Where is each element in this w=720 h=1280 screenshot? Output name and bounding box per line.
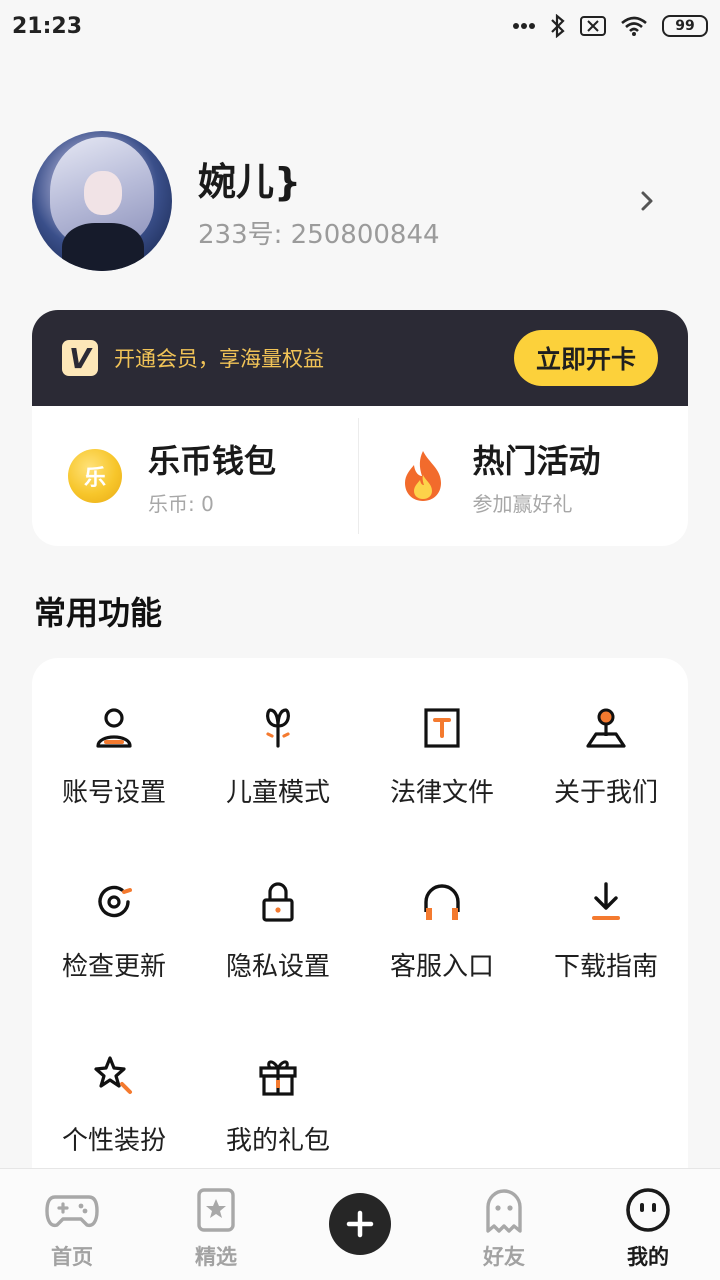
gamepad-icon <box>45 1195 99 1228</box>
wifi-icon <box>621 16 647 36</box>
nav-label: 好友 <box>483 1245 525 1269</box>
function-label: 关于我们 <box>553 778 658 808</box>
open-membership-button[interactable]: 立即开卡 <box>513 330 658 386</box>
privacy-settings-item[interactable]: 隐私设置 <box>196 832 360 1006</box>
lock-icon <box>262 882 294 922</box>
nav-featured[interactable]: 精选 <box>144 1169 288 1271</box>
vip-text: 开通会员，享海量权益 <box>114 347 324 371</box>
account-settings-item[interactable]: 账号设置 <box>32 658 196 832</box>
status-icons: 99 <box>512 14 708 38</box>
nav-add[interactable] <box>288 1169 432 1255</box>
wallet-entry[interactable]: 乐 乐币钱包 乐币: 0 <box>32 406 358 546</box>
function-label: 隐私设置 <box>225 952 330 982</box>
function-label: 法律文件 <box>389 778 494 808</box>
coin-icon: 乐 <box>68 449 122 503</box>
my-gifts-item[interactable]: 我的礼包 <box>196 1006 360 1180</box>
vip-banner[interactable]: V 开通会员，享海量权益 立即开卡 <box>32 310 688 406</box>
nav-mine[interactable]: 我的 <box>576 1169 720 1275</box>
account-card: V 开通会员，享海量权益 立即开卡 乐 乐币钱包 乐币: 0 热门活动 参加赢好… <box>32 310 688 546</box>
wallet-balance: 乐币: 0 <box>148 491 214 516</box>
check-update-item[interactable]: 检查更新 <box>32 832 196 1006</box>
document-t-icon <box>424 708 460 748</box>
wallet-title: 乐币钱包 <box>148 441 277 480</box>
profile-id: 233号: 250800844 <box>198 220 440 250</box>
function-label: 儿童模式 <box>225 778 330 808</box>
function-label: 下载指南 <box>553 952 658 982</box>
plus-icon <box>346 1210 374 1238</box>
no-sim-icon <box>580 16 606 36</box>
update-icon <box>98 885 132 918</box>
activity-entry[interactable]: 热门活动 参加赢好礼 <box>357 418 689 534</box>
about-us-item[interactable]: 关于我们 <box>524 658 688 832</box>
vip-logo-icon: V <box>62 340 98 376</box>
download-guide-item[interactable]: 下载指南 <box>524 832 688 1006</box>
customer-service-item[interactable]: 客服入口 <box>360 832 524 1006</box>
download-icon <box>592 882 620 920</box>
function-label: 客服入口 <box>389 952 494 982</box>
battery-icon: 99 <box>662 15 708 37</box>
bottom-nav: 首页 精选 好友 我的 <box>0 1168 720 1280</box>
chevron-right-icon[interactable] <box>632 181 662 221</box>
ghost-icon <box>486 1189 522 1233</box>
fire-icon <box>404 451 441 501</box>
profile-name: 婉儿} <box>198 160 302 204</box>
legal-documents-item[interactable]: 法律文件 <box>360 658 524 832</box>
more-dots-icon <box>513 23 535 29</box>
activity-title: 热门活动 <box>472 441 601 480</box>
section-title: 常用功能 <box>34 594 163 632</box>
nav-label: 首页 <box>51 1245 93 1269</box>
user-icon <box>96 708 132 748</box>
status-time: 21:23 <box>12 13 83 39</box>
location-pin-icon <box>586 708 626 748</box>
face-icon <box>626 1188 670 1232</box>
function-label: 账号设置 <box>61 778 166 808</box>
nav-label: 精选 <box>195 1245 237 1269</box>
kids-mode-item[interactable]: 儿童模式 <box>196 658 360 832</box>
nav-label: 我的 <box>627 1241 669 1275</box>
function-label: 个性装扮 <box>61 1126 166 1156</box>
status-bar: 21:23 99 <box>0 0 720 52</box>
bookmark-star-icon <box>197 1188 235 1232</box>
functions-panel: 账号设置 儿童模式 法律文件 关于我们 检查更新 隐私设置 客服入口 下载指南 … <box>32 658 688 1198</box>
profile-info: 婉儿} 233号: 250800844 <box>198 151 632 251</box>
battery-level: 99 <box>675 18 695 34</box>
function-label: 我的礼包 <box>225 1126 330 1156</box>
add-button[interactable] <box>329 1193 391 1255</box>
nav-friends[interactable]: 好友 <box>432 1169 576 1271</box>
sprout-icon <box>266 708 290 748</box>
star-wand-icon <box>94 1056 132 1094</box>
gift-icon <box>259 1060 297 1096</box>
bluetooth-icon <box>551 14 565 38</box>
function-label: 检查更新 <box>61 952 166 982</box>
avatar[interactable] <box>32 131 172 271</box>
activity-subtitle: 参加赢好礼 <box>472 491 573 516</box>
nav-home[interactable]: 首页 <box>0 1169 144 1271</box>
headphones-icon <box>424 884 460 920</box>
profile-header[interactable]: 婉儿} 233号: 250800844 <box>32 128 672 274</box>
personalize-item[interactable]: 个性装扮 <box>32 1006 196 1180</box>
